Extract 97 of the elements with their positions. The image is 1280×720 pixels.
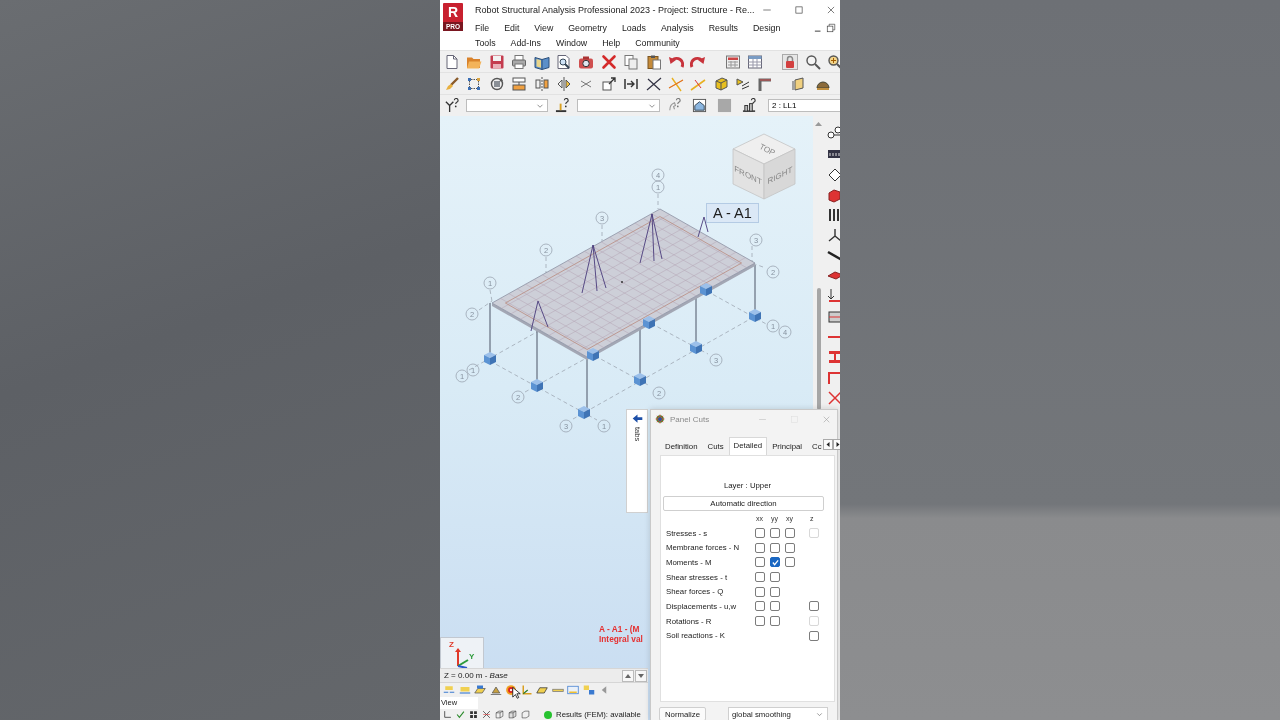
table-icon[interactable]: [747, 53, 764, 70]
frame-icon[interactable]: [827, 369, 840, 386]
status-dot-icon: [544, 710, 552, 719]
mouse-pointer-icon: [512, 686, 521, 700]
checkbox[interactable]: [809, 601, 819, 612]
grid-icon[interactable]: [469, 710, 478, 719]
caret-down-icon[interactable]: [635, 669, 647, 682]
checkbox[interactable]: [770, 586, 780, 597]
menu-item[interactable]: Analysis: [660, 22, 694, 33]
menu-item[interactable]: Geometry: [568, 22, 607, 33]
caret-left-icon[interactable]: [822, 439, 833, 450]
level-label: Z = 0.00 m - Base: [444, 671, 508, 680]
checkbox[interactable]: [785, 528, 795, 539]
brace-icon[interactable]: [827, 389, 840, 406]
cube-outline-icon[interactable]: [521, 710, 530, 719]
scrollbar-thumb[interactable]: [817, 288, 821, 410]
menu-item[interactable]: Add-Ins: [510, 37, 541, 48]
checkbox[interactable]: [770, 528, 780, 539]
load-query-icon[interactable]: [555, 98, 570, 113]
checkbox[interactable]: [770, 572, 780, 583]
crossing-lines-icon[interactable]: [645, 75, 662, 92]
checkbox[interactable]: [755, 528, 765, 539]
symmetry-icon[interactable]: [555, 75, 572, 92]
search-icon[interactable]: [804, 53, 821, 70]
load-case-icon[interactable]: [742, 98, 757, 113]
printer-icon[interactable]: [511, 53, 528, 70]
axis-label: Z: [449, 640, 454, 649]
zoom-in-icon[interactable]: [827, 53, 840, 70]
checkbox[interactable]: [755, 572, 765, 583]
label-tag-icon[interactable]: [567, 684, 579, 696]
cross-lines-icon[interactable]: [482, 710, 491, 719]
support-icon[interactable]: [827, 227, 840, 244]
columns-icon[interactable]: [827, 207, 840, 224]
checkbox[interactable]: [755, 601, 765, 612]
cube-icon[interactable]: [712, 75, 729, 92]
loads-icon[interactable]: [582, 684, 595, 696]
grid-bubbles-icon[interactable]: [827, 126, 840, 142]
paintbrush-icon[interactable]: [444, 75, 460, 92]
result-caption: Integral val: [599, 634, 643, 644]
close-icon[interactable]: [826, 5, 836, 15]
maximize-icon[interactable]: [794, 5, 804, 15]
checkbox[interactable]: [809, 630, 819, 641]
document-icon[interactable]: [444, 53, 460, 70]
check-icon[interactable]: [456, 710, 465, 719]
node-grid-icon[interactable]: [466, 75, 483, 92]
checkbox[interactable]: [755, 586, 765, 597]
logo-letter: R: [447, 3, 459, 22]
result-caption: A - A1 - (M: [599, 624, 641, 634]
menu-item[interactable]: Window: [555, 37, 588, 48]
cube-outline-icon[interactable]: [495, 710, 504, 719]
hand-query-icon[interactable]: [667, 98, 682, 113]
checkbox[interactable]: [770, 616, 780, 627]
house-icon[interactable]: [692, 98, 707, 113]
padlock-icon[interactable]: [782, 53, 799, 70]
checkbox[interactable]: [770, 542, 780, 553]
menu-item[interactable]: Loads: [621, 22, 646, 33]
copy-icon[interactable]: [623, 53, 640, 70]
rotate-icon[interactable]: [488, 75, 505, 92]
menu-item[interactable]: View: [534, 22, 554, 33]
checkbox[interactable]: [785, 557, 795, 568]
checkbox[interactable]: [755, 616, 765, 627]
menu-item[interactable]: Community: [635, 37, 680, 48]
checkbox[interactable]: [755, 542, 765, 553]
menu-item[interactable]: Results: [708, 22, 738, 33]
cross-icon[interactable]: [600, 53, 617, 70]
wedge-icon[interactable]: [735, 75, 752, 92]
panel-label-icon[interactable]: [474, 684, 486, 696]
axis-label: Y: [469, 652, 475, 661]
clipboard-icon[interactable]: [645, 53, 662, 70]
axes-toggle-icon[interactable]: [443, 710, 452, 719]
axes-icon[interactable]: [520, 684, 533, 696]
window-title: Robot Structural Analysis Professional 2023 - Project: Structure - Re...: [475, 5, 755, 15]
checkbox[interactable]: [785, 542, 795, 553]
page-magnifier-icon[interactable]: [555, 53, 572, 70]
load-case-field[interactable]: 2 : LL1: [768, 99, 840, 112]
checkmark-icon: [771, 558, 779, 566]
restore-icon[interactable]: [826, 22, 836, 33]
calculator-icon[interactable]: [725, 53, 742, 70]
mirror-icon[interactable]: [533, 75, 550, 92]
i-beam-icon[interactable]: [827, 349, 840, 366]
node-label-icon[interactable]: [443, 684, 455, 696]
checkbox[interactable]: [755, 557, 765, 568]
axis-query-icon[interactable]: [444, 98, 459, 113]
menu-item[interactable]: Help: [602, 37, 621, 48]
checkbox[interactable]: [770, 557, 780, 568]
caret-up-icon[interactable]: [622, 669, 634, 682]
menu-item[interactable]: Design: [753, 22, 781, 33]
menu-item[interactable]: Tools: [475, 37, 496, 48]
checkbox[interactable]: [770, 601, 780, 612]
support-symbol-icon[interactable]: [489, 684, 502, 696]
stacked-bars-icon[interactable]: [511, 75, 528, 92]
load-icon[interactable]: [827, 288, 840, 305]
scale-icon[interactable]: [600, 75, 617, 92]
cube-outline-icon[interactable]: [508, 710, 517, 719]
menu-item[interactable]: File: [475, 22, 490, 33]
menu-item[interactable]: Edit: [504, 22, 520, 33]
caret-up-icon[interactable]: [814, 120, 823, 128]
